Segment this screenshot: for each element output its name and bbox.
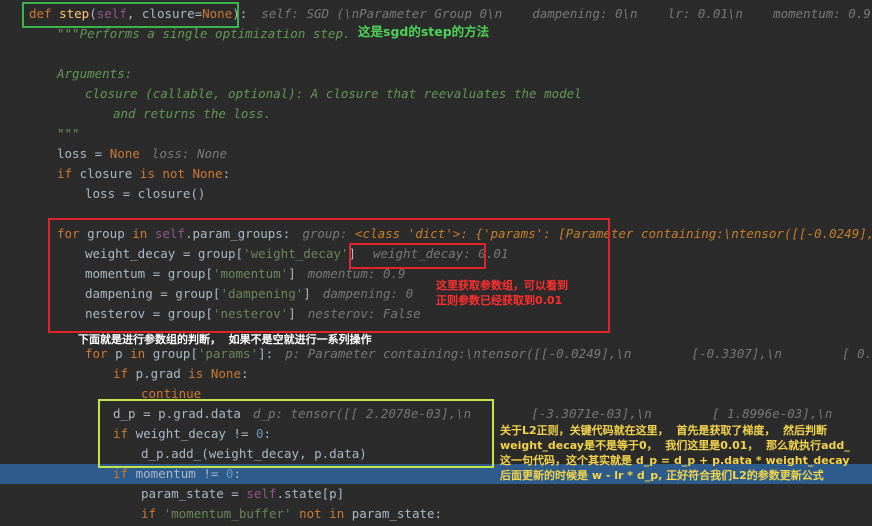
self-ref: self bbox=[154, 226, 185, 241]
annotation-param-group: 这里获取参数组，可以看到 正则参数已经获取到0.01 bbox=[436, 279, 568, 307]
debug-hint-p: p: Parameter containing:\ntensor([[-0.02… bbox=[285, 346, 872, 361]
annotation-step-method: 这是sgd的step的方法 bbox=[358, 24, 490, 39]
string-literal: 'momentum_buffer' bbox=[163, 506, 292, 521]
code-text: ] bbox=[303, 286, 311, 301]
code-text: .state[p] bbox=[276, 486, 345, 501]
code-line-doc-arguments[interactable]: Arguments: bbox=[0, 64, 872, 84]
code-line-weight-decay[interactable]: weight_decay = group['weight_decay'] weig… bbox=[0, 244, 872, 264]
keyword-if: if bbox=[141, 506, 157, 521]
code-text: param_state: bbox=[344, 506, 443, 521]
string-literal: 'momentum' bbox=[212, 266, 289, 281]
annotation-l2-note: 关于L2正则，关键代码就在这里， 首先是获取了梯度， 然后判断 weight_d… bbox=[500, 424, 850, 482]
code-text: weight_decay != bbox=[128, 426, 256, 441]
code-line-docstring-end[interactable]: """ bbox=[0, 124, 872, 144]
code-text: momentum != bbox=[128, 466, 226, 481]
keyword-for: for bbox=[85, 346, 108, 361]
code-line-dp-grad[interactable]: d_p = p.grad.data d_p: tensor([[ 2.2078e-… bbox=[0, 404, 872, 424]
params-text: , closure= bbox=[126, 6, 203, 21]
debug-hint-loss: loss: None bbox=[151, 146, 228, 161]
code-text: closure bbox=[72, 166, 140, 181]
string-literal: 'dampening' bbox=[220, 286, 304, 301]
code-line-loss-none[interactable]: loss = None loss: None bbox=[0, 144, 872, 164]
code-text: loss = bbox=[57, 146, 110, 161]
keyword-continue: continue bbox=[141, 386, 202, 401]
code-text: loss = closure() bbox=[85, 186, 206, 201]
none-literal: None bbox=[109, 146, 140, 161]
function-name: step bbox=[59, 6, 90, 21]
code-text: dampening = group[ bbox=[85, 286, 221, 301]
code-text: param_state = bbox=[141, 486, 247, 501]
code-line-for-group[interactable]: for group in self.param_groups: group: <c… bbox=[0, 224, 872, 244]
colon: : bbox=[263, 426, 272, 441]
keyword-in: in bbox=[130, 346, 146, 361]
self-ref: self bbox=[246, 486, 277, 501]
code-text: group bbox=[79, 226, 133, 241]
code-text: ] bbox=[288, 306, 296, 321]
debug-hint-nesterov: nesterov: False bbox=[307, 306, 421, 321]
none-literal: None bbox=[184, 166, 223, 181]
keyword-is-not: is not bbox=[139, 166, 185, 181]
self-param: self bbox=[96, 6, 127, 21]
colon: : bbox=[240, 366, 249, 381]
paren: ( bbox=[89, 6, 97, 21]
code-line-loss-closure[interactable]: loss = closure() bbox=[0, 184, 872, 204]
docstring-text: Arguments: bbox=[57, 66, 133, 81]
number-literal: 0 bbox=[256, 426, 264, 441]
code-line-continue[interactable]: continue bbox=[0, 384, 872, 404]
string-literal: 'nesterov' bbox=[212, 306, 289, 321]
code-text: p.grad bbox=[128, 366, 189, 381]
code-text: group[ bbox=[145, 346, 198, 361]
docstring-text: and returns the loss. bbox=[113, 106, 272, 121]
code-text: weight_decay = group[ bbox=[85, 246, 244, 261]
docstring-text: """Performs a single optimization step. bbox=[57, 26, 351, 41]
none-literal: None bbox=[203, 366, 241, 381]
colon: : bbox=[222, 166, 231, 181]
none-literal: None bbox=[202, 6, 233, 21]
keyword-is: is bbox=[188, 366, 204, 381]
keyword-if: if bbox=[113, 426, 129, 441]
keyword-for: for bbox=[57, 226, 80, 241]
debug-hint-momentum: momentum: 0.9 bbox=[307, 266, 406, 281]
keyword-not-in: not in bbox=[299, 506, 345, 521]
code-line-if-closure[interactable]: if closure is not None: bbox=[0, 164, 872, 184]
code-text: ]: bbox=[258, 346, 274, 361]
code-line-if-grad-none[interactable]: if p.grad is None: bbox=[0, 364, 872, 384]
code-line-if-momentum-buffer[interactable]: if 'momentum_buffer' not in param_state: bbox=[0, 504, 872, 524]
code-text: momentum = group[ bbox=[85, 266, 213, 281]
code-text: p bbox=[107, 346, 131, 361]
debug-hint-dp: d_p: tensor([[ 2.2078e-03],\n [-3.3071e-… bbox=[252, 406, 872, 421]
code-line-param-state[interactable]: param_state = self.state[p] bbox=[0, 484, 872, 504]
def-colon: ): bbox=[232, 6, 248, 21]
keyword-if: if bbox=[113, 466, 129, 481]
docstring-text: closure (callable, optional): A closure … bbox=[85, 86, 582, 101]
keyword-if: if bbox=[57, 166, 73, 181]
code-text: d_p.add_(weight_decay, p.data) bbox=[141, 446, 367, 461]
code-editor[interactable]: def step(self, closure=None): self: SGD (… bbox=[0, 0, 872, 526]
code-line-def-step[interactable]: def step(self, closure=None): self: SGD (… bbox=[0, 4, 872, 24]
keyword-if: if bbox=[113, 366, 129, 381]
code-text: ] bbox=[348, 246, 356, 261]
keyword-def: def bbox=[29, 6, 52, 21]
code-text: .param_groups: bbox=[184, 226, 291, 241]
colon: : bbox=[233, 466, 241, 481]
string-literal: 'weight_decay' bbox=[243, 246, 349, 261]
code-text: d_p = p.grad.data bbox=[113, 406, 241, 421]
code-text: ] bbox=[288, 266, 296, 281]
code-line-doc-closure[interactable]: closure (callable, optional): A closure … bbox=[0, 84, 872, 104]
debug-hint-self: self: SGD (\nParameter Group 0\n dampeni… bbox=[261, 6, 872, 21]
debug-hint-weight-decay: weight_decay: 0.01 bbox=[372, 246, 509, 261]
debug-hint-group-value: <class 'dict'>: {'params': [Parameter co… bbox=[355, 226, 872, 241]
code-text: nesterov = group[ bbox=[85, 306, 213, 321]
debug-hint-group: group: bbox=[302, 226, 356, 241]
code-line-for-p[interactable]: for p in group['params']: p: Parameter co… bbox=[0, 344, 872, 364]
string-literal: 'params' bbox=[197, 346, 259, 361]
keyword-in: in bbox=[132, 226, 148, 241]
code-line-doc-returns[interactable]: and returns the loss. bbox=[0, 104, 872, 124]
annotation-loop-note: 下面就是进行参数组的判断， 如果不是空就进行一系列操作 bbox=[78, 333, 372, 346]
debug-hint-dampening: dampening: 0 bbox=[322, 286, 414, 301]
docstring-text: """ bbox=[57, 126, 80, 141]
